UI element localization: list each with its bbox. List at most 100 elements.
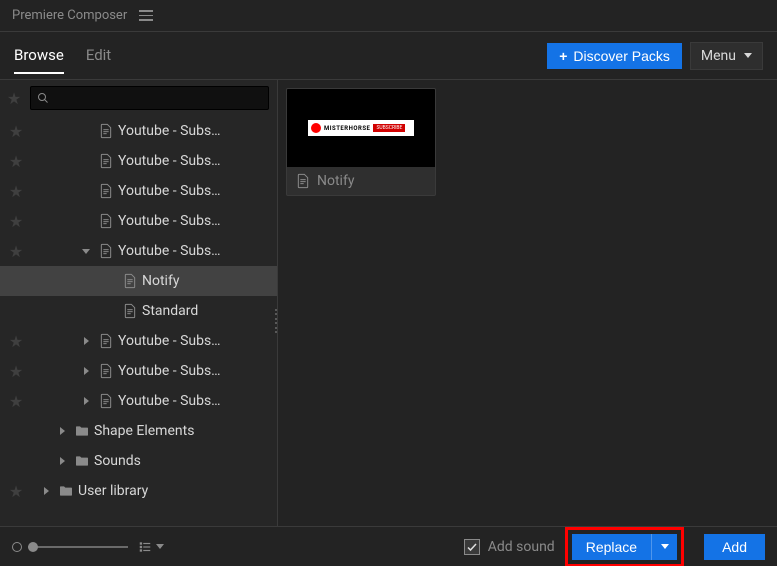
search-input[interactable]	[55, 90, 262, 107]
circle-icon	[12, 542, 22, 552]
menu-dropdown[interactable]: Menu	[690, 42, 763, 70]
tree-row[interactable]: Shape Elements	[0, 416, 277, 446]
chevron-right-icon[interactable]	[78, 393, 94, 409]
tree: ★ Youtube - Subs…★ Youtube - Subs…★ Yout…	[0, 116, 277, 526]
chevron-right-icon[interactable]	[38, 483, 54, 499]
tree-row-label: Standard	[142, 303, 271, 319]
list-view-icon	[138, 540, 152, 554]
replace-split-button: Replace	[572, 534, 677, 560]
slider-track[interactable]	[28, 546, 128, 548]
tree-row-label: Youtube - Subs…	[118, 393, 271, 409]
thumbnail-preview: MISTERHORSE SUBSCRIBE	[308, 120, 414, 136]
thumbnail-channel-text: MISTERHORSE	[324, 125, 370, 132]
star-icon[interactable]: ★	[6, 331, 26, 351]
app-title: Premiere Composer	[12, 8, 127, 23]
star-filter-icon[interactable]: ★	[4, 88, 24, 108]
chevron-right-icon	[102, 303, 118, 319]
thumbnail-subscribe-badge: SUBSCRIBE	[373, 124, 405, 132]
chevron-right-icon	[78, 213, 94, 229]
star-icon[interactable]: ★	[6, 211, 26, 231]
tree-row-label: Sounds	[94, 453, 271, 469]
search-row: ★	[0, 80, 277, 116]
folder-icon	[74, 453, 90, 469]
tree-row[interactable]: Sounds	[0, 446, 277, 476]
view-mode-toggle[interactable]	[138, 540, 164, 554]
preset-card[interactable]: MISTERHORSE SUBSCRIBE Notify	[286, 88, 436, 196]
discover-packs-label: Discover Packs	[573, 48, 669, 64]
tree-row-label: Notify	[142, 273, 271, 289]
tabs: Browse Edit	[14, 38, 111, 74]
chevron-down-icon[interactable]	[78, 243, 94, 259]
tree-row-label: User library	[78, 483, 271, 499]
tree-row[interactable]: ★ Youtube - Subs…	[0, 116, 277, 146]
preset-thumbnail: MISTERHORSE SUBSCRIBE	[287, 89, 435, 167]
preset-caption: Notify	[287, 167, 435, 195]
tree-row-label: Youtube - Subs…	[118, 333, 271, 349]
star-icon[interactable]: ★	[6, 121, 26, 141]
discover-packs-button[interactable]: + Discover Packs	[547, 43, 682, 69]
folder-icon	[74, 423, 90, 439]
tree-row-label: Youtube - Subs…	[118, 123, 271, 139]
titlebar: Premiere Composer	[0, 0, 777, 32]
chevron-right-icon	[78, 153, 94, 169]
chevron-down-icon	[744, 53, 752, 58]
tree-row[interactable]: ★ Youtube - Subs…	[0, 146, 277, 176]
resize-handle[interactable]	[274, 309, 277, 333]
tree-row[interactable]: ★ Youtube - Subs…	[0, 236, 277, 266]
check-icon	[466, 541, 478, 553]
add-sound-checkbox[interactable]	[464, 539, 480, 555]
file-icon	[98, 123, 114, 139]
chevron-right-icon[interactable]	[54, 453, 70, 469]
add-sound-label: Add sound	[488, 539, 555, 555]
youtube-logo-icon	[311, 123, 321, 133]
tree-row-label: Youtube - Subs…	[118, 153, 271, 169]
file-icon	[122, 273, 138, 289]
file-icon	[98, 243, 114, 259]
tab-browse[interactable]: Browse	[14, 38, 64, 74]
tree-row[interactable]: Notify	[0, 266, 277, 296]
chevron-down-icon	[156, 544, 164, 549]
add-button[interactable]: Add	[704, 534, 765, 560]
tree-row[interactable]: ★ Youtube - Subs…	[0, 176, 277, 206]
star-icon[interactable]: ★	[6, 181, 26, 201]
file-icon	[122, 303, 138, 319]
sidebar: ★ ★ Youtube - Subs…★ Youtube - Subs…★ Yo…	[0, 80, 278, 526]
slider-knob[interactable]	[28, 542, 38, 552]
menu-label: Menu	[701, 48, 736, 64]
tree-row-label: Youtube - Subs…	[118, 363, 271, 379]
chevron-right-icon	[78, 123, 94, 139]
file-icon	[295, 173, 311, 189]
chevron-down-icon	[661, 544, 669, 549]
chevron-right-icon	[102, 273, 118, 289]
tree-row-label: Youtube - Subs…	[118, 243, 271, 259]
preset-title: Notify	[317, 173, 354, 189]
star-icon[interactable]: ★	[6, 391, 26, 411]
chevron-right-icon[interactable]	[78, 363, 94, 379]
star-icon[interactable]: ★	[6, 481, 26, 501]
tree-row[interactable]: ★ Youtube - Subs…	[0, 356, 277, 386]
plus-icon: +	[559, 48, 567, 64]
star-icon[interactable]: ★	[6, 361, 26, 381]
thumbnail-size-slider[interactable]	[12, 542, 128, 552]
replace-button[interactable]: Replace	[572, 534, 651, 560]
tree-row[interactable]: ★ User library	[0, 476, 277, 506]
tree-row[interactable]: ★ Youtube - Subs…	[0, 386, 277, 416]
chevron-right-icon[interactable]	[54, 423, 70, 439]
file-icon	[98, 363, 114, 379]
tree-row-label: Shape Elements	[94, 423, 271, 439]
tab-edit[interactable]: Edit	[86, 38, 111, 74]
search-box[interactable]	[30, 86, 269, 110]
tree-row[interactable]: ★ Youtube - Subs…	[0, 326, 277, 356]
hamburger-icon[interactable]	[139, 10, 153, 21]
chevron-right-icon	[78, 183, 94, 199]
chevron-right-icon[interactable]	[78, 333, 94, 349]
file-icon	[98, 153, 114, 169]
topbar: Browse Edit + Discover Packs Menu	[0, 32, 777, 80]
tree-row[interactable]: Standard	[0, 296, 277, 326]
tree-row[interactable]: ★ Youtube - Subs…	[0, 206, 277, 236]
file-icon	[98, 213, 114, 229]
bottombar: Add sound Replace Add	[0, 526, 777, 566]
star-icon[interactable]: ★	[6, 151, 26, 171]
replace-dropdown-button[interactable]	[651, 534, 677, 560]
star-icon[interactable]: ★	[6, 241, 26, 261]
